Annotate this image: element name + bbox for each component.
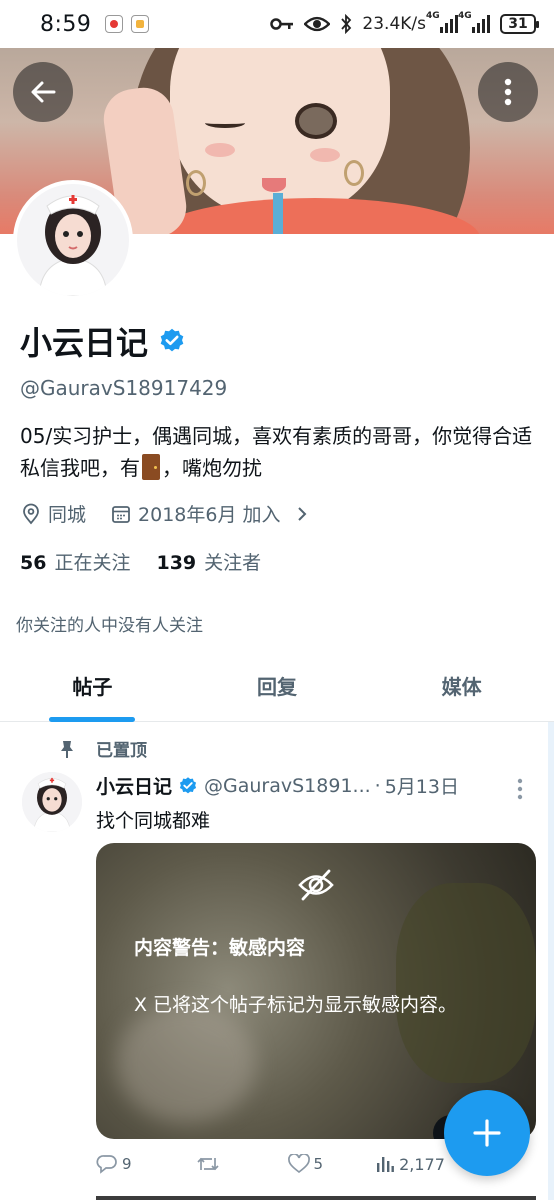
- followers-link[interactable]: 139 关注者: [156, 548, 261, 575]
- battery-indicator: 31: [500, 14, 539, 34]
- eye-slash-icon: [298, 869, 334, 901]
- scrollbar[interactable]: [548, 722, 554, 1200]
- content-warning-body: X 已将这个帖子标记为显示敏感内容。: [134, 994, 458, 1016]
- vertical-dots-icon: [504, 78, 512, 106]
- network-speed: 23.4K/s: [362, 14, 426, 34]
- post-date[interactable]: 5月13日: [385, 772, 459, 799]
- repost-button[interactable]: [196, 1154, 220, 1174]
- signal-tag: 4G: [458, 11, 472, 21]
- view-count: 2,177: [399, 1154, 445, 1174]
- profile-handle: @GauravS18917429: [20, 376, 228, 400]
- plus-icon: [473, 1119, 501, 1147]
- more-options-button[interactable]: [478, 62, 538, 122]
- back-button[interactable]: [13, 62, 73, 122]
- post-author-name[interactable]: 小云日记: [96, 772, 172, 799]
- post-separator: ·: [374, 774, 381, 797]
- bio-text: 05/实习护士，偶遇同城，喜欢有素质的哥哥，你觉得合适私信我吧，有: [20, 424, 533, 480]
- chevron-right-icon[interactable]: [293, 505, 311, 523]
- like-button[interactable]: 5: [287, 1154, 324, 1174]
- following-count: 56: [20, 552, 47, 574]
- tab-posts[interactable]: 帖子: [0, 650, 185, 721]
- verified-badge-icon: [179, 776, 197, 793]
- eye-icon: [304, 16, 331, 32]
- post-author-avatar[interactable]: [22, 772, 82, 832]
- avatar-illustration: [22, 772, 82, 832]
- arrow-left-icon: [31, 81, 56, 103]
- notification-icons: [105, 15, 150, 33]
- avatar-illustration: [17, 184, 129, 296]
- following-link[interactable]: 56 正在关注: [20, 548, 130, 575]
- like-count: 5: [313, 1155, 324, 1173]
- reply-count: 9: [122, 1155, 132, 1173]
- follow-stats: 56 正在关注 139 关注者: [20, 548, 261, 575]
- tab-replies[interactable]: 回复: [185, 650, 370, 721]
- next-post-edge: [96, 1196, 536, 1200]
- bluetooth-icon: [341, 14, 352, 34]
- pinned-label: 已置顶: [96, 741, 147, 761]
- post-author-handle: @GauravS1891...: [204, 774, 371, 797]
- following-label: 正在关注: [54, 552, 131, 574]
- mutual-followers-note: 你关注的人中没有人关注: [16, 616, 203, 636]
- app-notification-icon: [105, 15, 124, 33]
- followers-label: 关注者: [204, 552, 262, 574]
- reply-icon: [96, 1155, 117, 1174]
- post-header: 小云日记 @GauravS1891... · 5月13日: [96, 772, 536, 799]
- vertical-dots-icon: [517, 778, 523, 800]
- profile-avatar[interactable]: [13, 180, 133, 300]
- signal-tag: 4G: [426, 11, 440, 21]
- key-icon: [270, 18, 294, 30]
- heart-icon: [287, 1154, 310, 1174]
- repost-icon: [196, 1157, 219, 1171]
- signal-strength-icon: 4G: [458, 11, 490, 33]
- content-warning-title: 内容警告：敏感内容: [134, 937, 306, 959]
- profile-meta: 同城 2018年6月 加入: [20, 500, 311, 527]
- profile-location: 同城: [48, 504, 87, 526]
- followers-count: 139: [156, 552, 197, 574]
- calendar-icon: [112, 505, 130, 523]
- post-text: 找个同城都难: [96, 810, 211, 832]
- views-button[interactable]: 2,177: [375, 1154, 445, 1174]
- door-emoji-icon: [142, 454, 160, 480]
- signal-strength-icon: 4G: [426, 11, 458, 33]
- status-right: 23.4K/s 4G 4G 31: [270, 11, 539, 34]
- views-chart-icon: [377, 1157, 394, 1172]
- status-bar: 8:59 23.4K/s 4G 4G 31: [0, 0, 554, 48]
- bio-text: ，嘴炮勿扰: [162, 456, 262, 480]
- profile-bio: 05/实习护士，偶遇同城，喜欢有素质的哥哥，你觉得合适私信我吧，有 ，嘴炮勿扰: [20, 420, 534, 484]
- reply-button[interactable]: 9: [96, 1154, 132, 1174]
- profile-name: 小云日记: [20, 324, 149, 362]
- profile-name-row: 小云日记: [20, 318, 186, 364]
- pinned-indicator: 已置顶: [58, 736, 147, 761]
- status-time: 8:59: [40, 11, 92, 37]
- app-notification-icon: [131, 15, 150, 33]
- pin-icon: [61, 740, 73, 758]
- tab-media[interactable]: 媒体: [369, 650, 554, 721]
- post-more-button[interactable]: [516, 778, 524, 804]
- verified-badge-icon[interactable]: [158, 327, 186, 355]
- location-pin-icon: [23, 503, 39, 524]
- profile-tabs: 帖子 回复 媒体: [0, 650, 554, 722]
- profile-joined[interactable]: 2018年6月 加入: [138, 500, 280, 527]
- compose-button[interactable]: [444, 1090, 530, 1176]
